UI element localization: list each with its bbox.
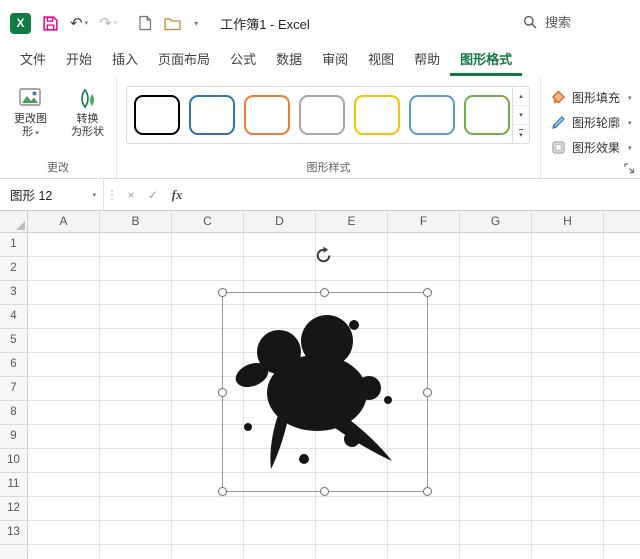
selection-handle-e[interactable] [423, 388, 432, 397]
ink-splat-shape[interactable] [228, 303, 424, 481]
selection-handle-nw[interactable] [218, 288, 227, 297]
selection-handle-ne[interactable] [423, 288, 432, 297]
excel-window: X ↶ ▾ ↷ ▾ ▾ 工作簿1 - Excel 搜索 文件 开始 插入 页面布… [0, 0, 640, 559]
selection-handle-n[interactable] [320, 288, 329, 297]
selection-handle-w[interactable] [218, 388, 227, 397]
selection-handle-s[interactable] [320, 487, 329, 496]
shape-layer [0, 0, 640, 559]
selection-handle-se[interactable] [423, 487, 432, 496]
selection-handle-sw[interactable] [218, 487, 227, 496]
rotate-handle[interactable] [314, 246, 333, 265]
